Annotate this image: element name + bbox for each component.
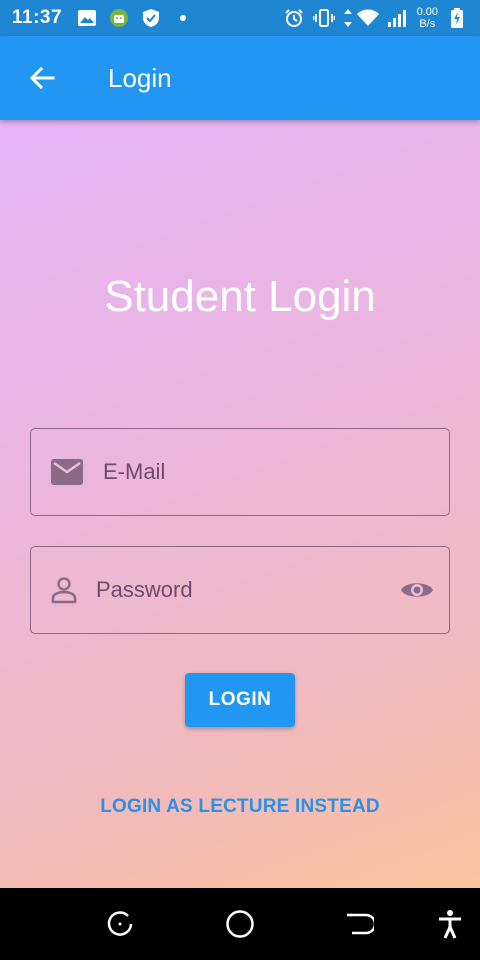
- data-arrows-icon: [343, 7, 353, 29]
- mail-icon: [31, 459, 103, 485]
- back-nav-icon[interactable]: [342, 906, 378, 942]
- net-speed-unit: B/s: [419, 18, 436, 30]
- app-bar-title: Login: [108, 62, 172, 93]
- signal-icon: [387, 7, 409, 29]
- wifi-icon: [356, 7, 379, 29]
- status-right-group: 0.00 B/s: [283, 6, 468, 30]
- recent-apps-icon[interactable]: [102, 906, 138, 942]
- email-field[interactable]: [30, 428, 450, 516]
- email-input[interactable]: [103, 429, 449, 515]
- alarm-icon: [283, 7, 305, 29]
- arrow-back-icon: [29, 66, 55, 90]
- person-icon: [31, 576, 96, 604]
- status-time: 11:37: [12, 7, 63, 28]
- battery-charging-icon: [446, 7, 468, 29]
- dot-icon: [172, 7, 194, 29]
- accessibility-icon[interactable]: [432, 906, 468, 942]
- login-as-lecturer-link[interactable]: LOGIN AS LECTURE INSTEAD: [0, 796, 480, 818]
- image-icon: [76, 7, 98, 29]
- page-heading: Student Login: [104, 272, 376, 321]
- net-speed-value: 0.00: [416, 6, 438, 18]
- password-input[interactable]: [96, 547, 384, 633]
- status-bar: 11:37 0.00 B/s: [0, 0, 480, 36]
- login-content: Student Login LOGIN LOGIN AS LECTURE INS…: [0, 120, 480, 888]
- shield-icon: [140, 7, 162, 29]
- back-button[interactable]: [14, 50, 70, 106]
- eye-icon[interactable]: [384, 579, 449, 601]
- app-bar: Login: [0, 36, 480, 120]
- android-icon: [108, 7, 130, 29]
- login-button[interactable]: LOGIN: [185, 673, 295, 727]
- vibrate-icon: [312, 7, 335, 29]
- net-speed: 0.00 B/s: [417, 6, 438, 30]
- system-nav-bar: [0, 888, 480, 960]
- home-icon[interactable]: [222, 906, 258, 942]
- password-field[interactable]: [30, 546, 450, 634]
